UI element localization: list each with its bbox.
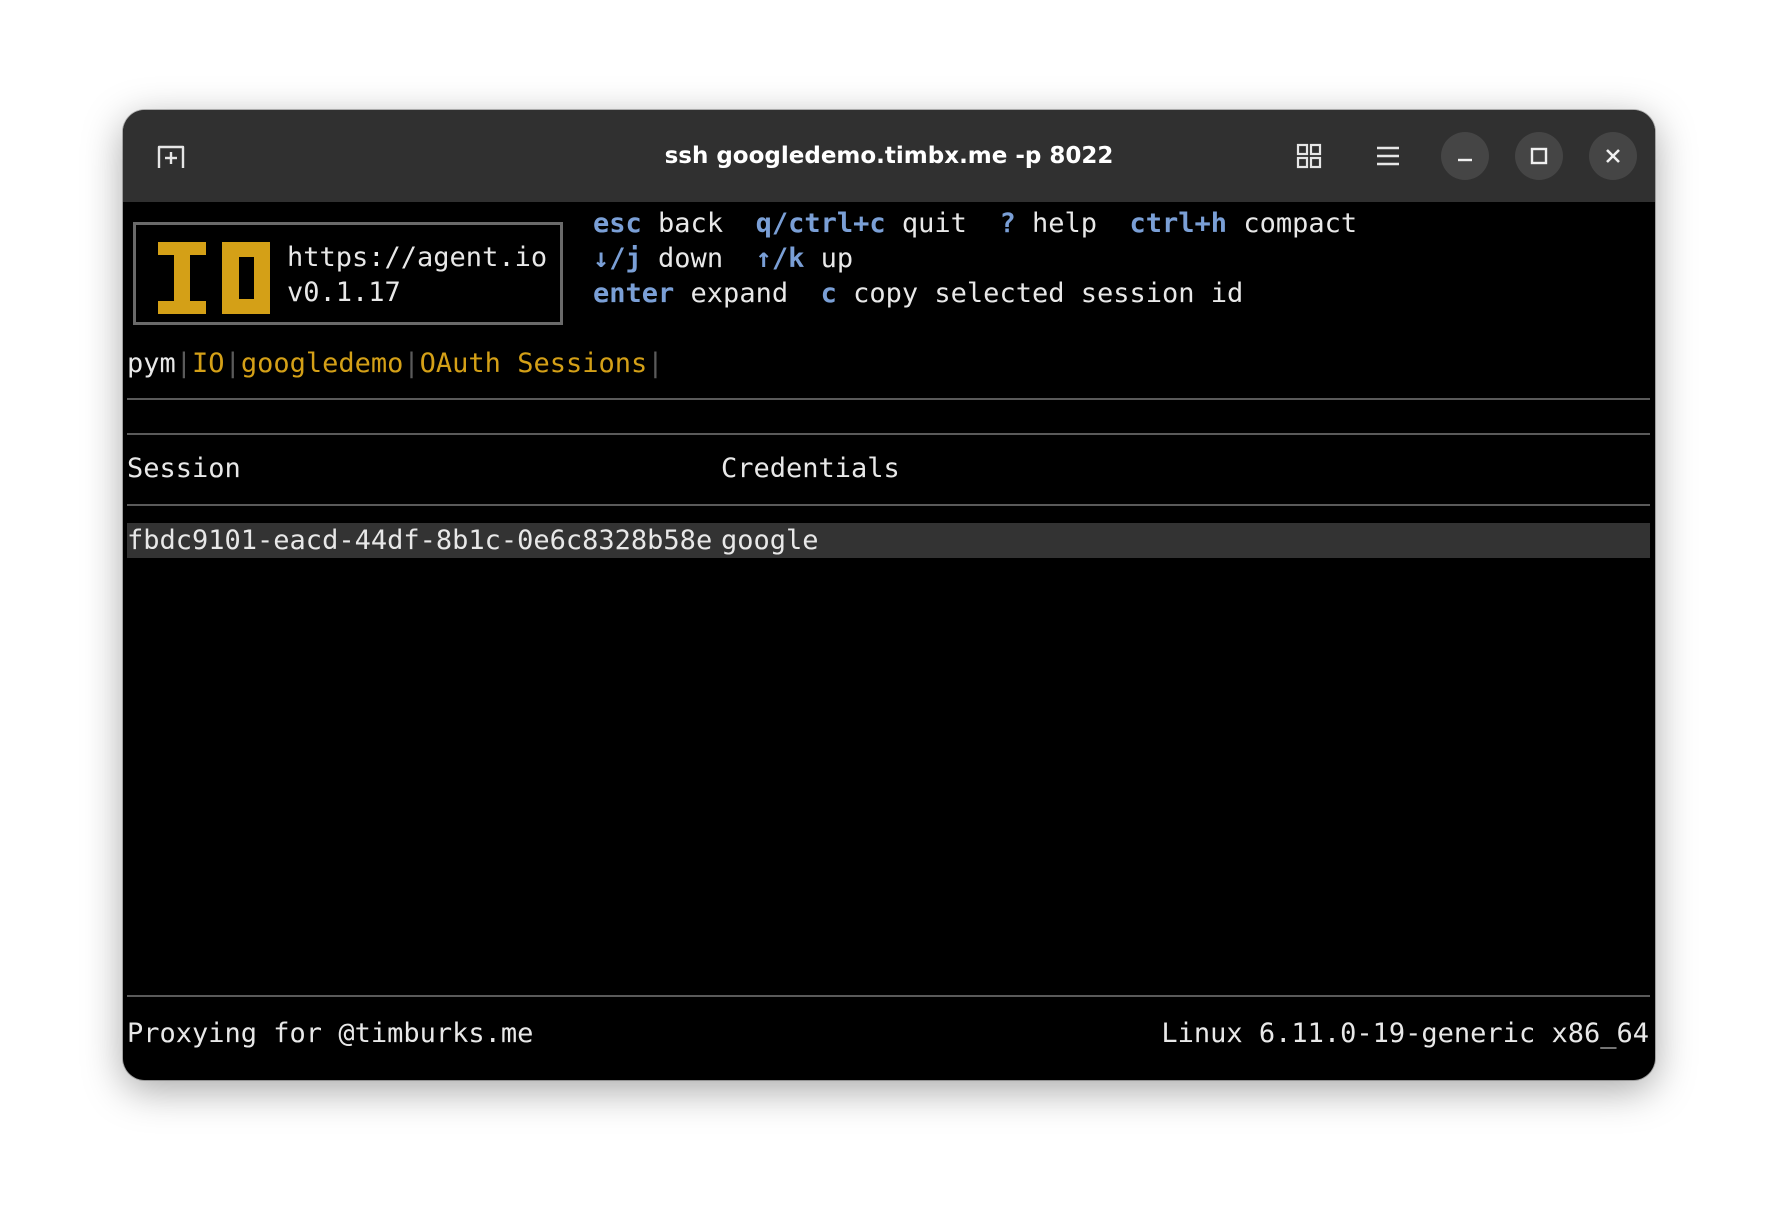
minimize-button[interactable] xyxy=(1441,132,1489,180)
breadcrumb-separator: | xyxy=(175,348,193,379)
table-header-divider xyxy=(127,504,1650,506)
action-compact: compact xyxy=(1243,208,1358,239)
maximize-button[interactable] xyxy=(1515,132,1563,180)
key-down: ↓/j xyxy=(593,243,642,274)
io-logo xyxy=(158,242,270,314)
breadcrumb-separator: | xyxy=(647,348,664,379)
key-help: ? xyxy=(999,208,1016,239)
window-title: ssh googledemo.timbx.me -p 8022 xyxy=(664,143,1114,169)
logo-box: https://agent.io v0.1.17 xyxy=(133,222,563,325)
action-down: down xyxy=(658,243,724,274)
breadcrumb-separator: | xyxy=(403,348,420,379)
status-divider xyxy=(127,995,1650,997)
action-back: back xyxy=(658,208,724,239)
close-icon xyxy=(1606,149,1620,163)
minimize-icon xyxy=(1458,158,1472,162)
maximize-icon xyxy=(1530,147,1548,165)
breadcrumb-item-oauth-sessions[interactable]: OAuth Sessions xyxy=(420,348,648,379)
help-line-1: esc back q/ctrl+c quit ? help ctrl+h com… xyxy=(593,206,1357,241)
column-header-session: Session xyxy=(127,453,241,484)
action-up: up xyxy=(820,243,854,274)
key-esc: esc xyxy=(593,208,642,239)
divider xyxy=(127,433,1650,435)
help-line-2: ↓/j down ↑/k up xyxy=(593,241,853,276)
action-quit: quit xyxy=(901,208,967,239)
logo-version: v0.1.17 xyxy=(287,277,401,308)
hamburger-menu-icon[interactable] xyxy=(1366,134,1410,178)
key-enter: enter xyxy=(593,278,675,309)
breadcrumb-item-googledemo[interactable]: googledemo xyxy=(241,348,404,379)
new-tab-icon[interactable] xyxy=(149,134,193,178)
divider xyxy=(127,398,1650,400)
column-header-credentials: Credentials xyxy=(721,453,900,484)
credentials-cell[interactable]: google xyxy=(721,523,819,558)
key-quit: q/ctrl+c xyxy=(755,208,886,239)
status-left: Proxying for @timburks.me xyxy=(127,1018,534,1049)
action-copy: copy selected session id xyxy=(853,278,1244,309)
logo-url: https://agent.io xyxy=(287,242,548,273)
action-help: help xyxy=(1031,208,1098,239)
help-line-3: enter expand c copy selected session id xyxy=(593,276,1243,311)
session-id-cell[interactable]: fbdc9101-eacd-44df-8b1c-0e6c8328b58e xyxy=(127,523,712,558)
status-right: Linux 6.11.0-19-generic x86_64 xyxy=(1161,1018,1649,1049)
key-copy: c xyxy=(820,278,837,309)
close-button[interactable] xyxy=(1589,132,1637,180)
title-bar: ssh googledemo.timbx.me -p 8022 xyxy=(123,110,1655,202)
breadcrumb-item-io[interactable]: IO xyxy=(192,348,225,379)
terminal-window: ssh googledemo.timbx.me -p 8022 https://… xyxy=(123,110,1655,1080)
grid-view-icon[interactable] xyxy=(1287,134,1331,178)
breadcrumb-item-pym[interactable]: pym xyxy=(127,348,176,379)
key-compact: ctrl+h xyxy=(1129,208,1228,239)
key-up: ↑/k xyxy=(755,243,805,274)
terminal-content[interactable]: https://agent.io v0.1.17 esc back q/ctrl… xyxy=(123,202,1655,1080)
breadcrumb-separator: | xyxy=(224,348,241,379)
breadcrumb: pym|IO|googledemo|OAuth Sessions| xyxy=(127,346,664,381)
action-expand: expand xyxy=(690,278,789,309)
